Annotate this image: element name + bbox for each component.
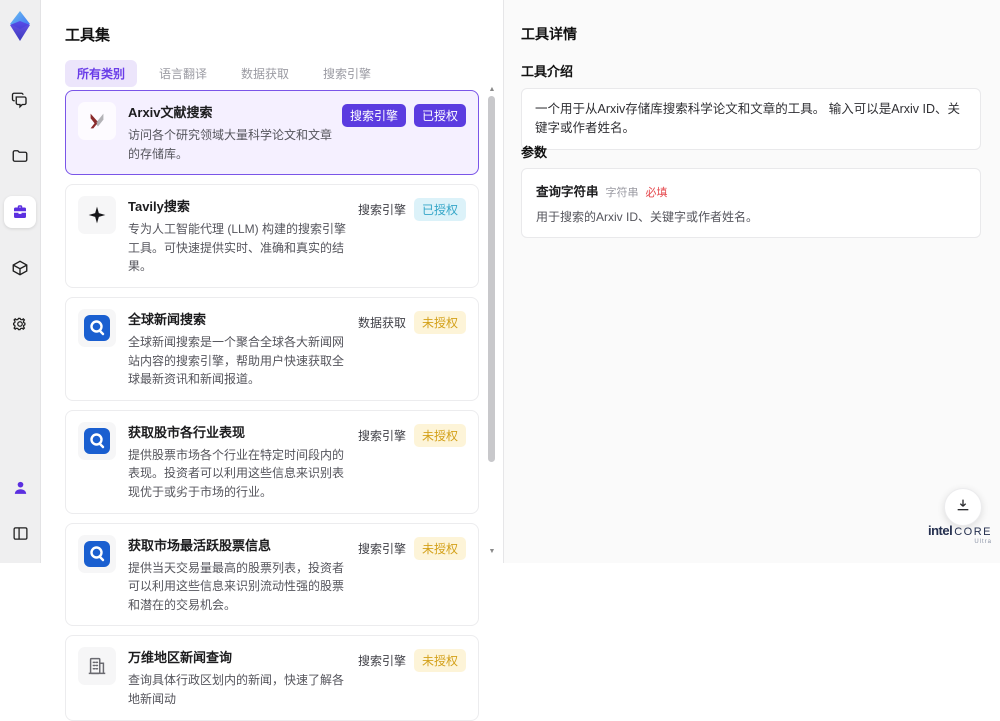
news-building-icon xyxy=(78,647,116,686)
tool-category: 搜索引擎 xyxy=(357,654,406,669)
sidebar-item-tools[interactable] xyxy=(4,196,36,228)
intro-box: 一个用于从Arxiv存储库搜索科学论文和文章的工具。 输入可以是Arxiv ID… xyxy=(521,88,981,150)
tool-card[interactable]: 万维地区新闻查询 查询具体行政区划内的新闻，快速了解各地新闻动 搜索引擎 未授权 xyxy=(65,635,479,721)
tool-category: 搜索引擎 xyxy=(357,203,406,218)
tool-name: Tavily搜索 xyxy=(128,199,190,215)
core-wordmark: CORE xyxy=(954,526,992,538)
tool-card[interactable]: Arxiv文献搜索 访问各个研究领域大量科学论文和文章的存储库。 搜索引擎 已授… xyxy=(65,90,479,176)
tool-category: 搜索引擎 xyxy=(357,541,406,556)
param-desc: 用于搜索的Arxiv ID、关键字或作者姓名。 xyxy=(536,210,759,224)
tool-details-panel: 工具详情 工具介绍 一个用于从Arxiv存储库搜索科学论文和文章的工具。 输入可… xyxy=(503,0,1000,563)
tool-status-badge: 未授权 xyxy=(413,423,466,447)
tool-status-badge: 已授权 xyxy=(413,104,466,127)
folder-icon xyxy=(11,147,29,165)
gear-icon xyxy=(11,315,29,333)
param-required-badge: 必填 xyxy=(645,187,668,199)
cube-icon xyxy=(11,259,29,277)
tool-description: 专为人工智能代理 (LLM) 构建的搜索引擎工具。可快速提供实时、准确和真实的结… xyxy=(128,222,347,274)
sidebar-item-settings[interactable] xyxy=(4,308,36,340)
tool-name: 万维地区新闻查询 xyxy=(128,650,233,666)
tool-status-badge: 未授权 xyxy=(413,536,466,560)
sidebar xyxy=(0,0,41,563)
tool-card[interactable]: Tavily搜索 专为人工智能代理 (LLM) 构建的搜索引擎工具。可快速提供实… xyxy=(65,184,479,288)
list-scrollbar[interactable]: ▲ ▼ xyxy=(487,86,497,556)
tool-description: 提供当天交易量最高的股票列表，投资者可以利用这些信息来识别流动性强的股票和潜在的… xyxy=(128,560,345,612)
scrollbar-thumb[interactable] xyxy=(488,96,495,462)
tab-category-3[interactable]: 搜索引擎 xyxy=(311,60,383,87)
sidebar-item-files[interactable] xyxy=(4,140,36,172)
tab-category-1[interactable]: 语言翻译 xyxy=(147,60,219,87)
arxiv-logo-icon xyxy=(78,102,116,140)
toolset-panel: 工具集 所有类别 语言翻译 数据获取 搜索引擎 Arxiv文献搜索 访问各个研究领域大… xyxy=(41,0,503,721)
page-title: 工具集 xyxy=(65,27,111,44)
tool-name: 全球新闻搜索 xyxy=(128,311,207,327)
intel-core-logo: intel CORE Ultra xyxy=(926,524,992,545)
tool-status-badge: 已授权 xyxy=(413,198,466,222)
sidebar-item-models[interactable] xyxy=(4,252,36,284)
sidebar-item-profile[interactable] xyxy=(4,471,36,503)
tool-status-badge: 未授权 xyxy=(413,649,466,673)
tool-description: 提供股票市场各个行业在特定时间段内的表现。投资者可以利用这些信息来识别表现优于或… xyxy=(128,447,345,499)
tool-description: 访问各个研究领域大量科学论文和文章的存储库。 xyxy=(128,128,333,161)
category-tabs: 所有类别 语言翻译 数据获取 搜索引擎 xyxy=(65,60,383,87)
sidebar-item-collapse[interactable] xyxy=(4,517,36,549)
intro-heading: 工具介绍 xyxy=(521,64,574,79)
tab-category-2[interactable]: 数据获取 xyxy=(229,60,301,87)
intel-wordmark: intel xyxy=(927,523,953,538)
tool-name: 获取市场最活跃股票信息 xyxy=(128,537,272,553)
briefcase-icon xyxy=(11,203,29,221)
param-name: 查询字符串 xyxy=(536,185,599,199)
tool-card[interactable]: 获取股市各行业表现 提供股票市场各个行业在特定时间段内的表现。投资者可以利用这些… xyxy=(65,409,479,514)
tool-category: 搜索引擎 xyxy=(357,428,406,443)
tool-card[interactable]: 获取市场最活跃股票信息 提供当天交易量最高的股票列表，投资者可以利用这些信息来识… xyxy=(65,522,479,627)
tool-card[interactable]: 全球新闻搜索 全球新闻搜索是一个聚合全球各大新闻网站内容的搜索引擎，帮助用户快速… xyxy=(65,296,479,401)
sidebar-item-chat[interactable] xyxy=(4,84,36,116)
tool-name: 获取股市各行业表现 xyxy=(128,424,246,440)
user-icon xyxy=(12,479,29,496)
scrollbar-down-icon[interactable]: ▼ xyxy=(487,548,497,556)
tool-list: Arxiv文献搜索 访问各个研究领域大量科学论文和文章的存储库。 搜索引擎 已授… xyxy=(65,90,479,721)
tool-name: Arxiv文献搜索 xyxy=(128,105,213,120)
download-button[interactable] xyxy=(944,488,982,526)
tool-description: 全球新闻搜索是一个聚合全球各大新闻网站内容的搜索引擎，帮助用户快速获取全球最新资… xyxy=(128,334,345,387)
tool-category: 搜索引擎 xyxy=(341,104,406,127)
download-icon xyxy=(955,497,971,518)
tab-category-0[interactable]: 所有类别 xyxy=(65,60,138,87)
sidebar-nav xyxy=(4,84,36,340)
tool-category: 数据获取 xyxy=(357,315,406,330)
param-card: 查询字符串 字符串 必填 用于搜索的Arxiv ID、关键字或作者姓名。 xyxy=(521,168,981,238)
chat-icon xyxy=(11,91,29,109)
tool-description: 查询具体行政区划内的新闻，快速了解各地新闻动 xyxy=(128,673,345,706)
search-app-icon xyxy=(78,534,116,573)
tool-status-badge: 未授权 xyxy=(413,310,466,334)
params-heading: 参数 xyxy=(521,145,548,160)
tavily-star-icon xyxy=(78,196,116,235)
sidebar-bottom xyxy=(4,471,36,549)
search-app-icon xyxy=(78,308,116,347)
details-title: 工具详情 xyxy=(521,26,577,42)
param-type: 字符串 xyxy=(605,187,639,199)
search-app-icon xyxy=(78,421,116,460)
scrollbar-up-icon[interactable]: ▲ xyxy=(487,86,497,94)
app-logo-icon xyxy=(5,10,35,42)
panel-icon xyxy=(12,525,29,542)
ultra-label: Ultra xyxy=(974,539,992,545)
